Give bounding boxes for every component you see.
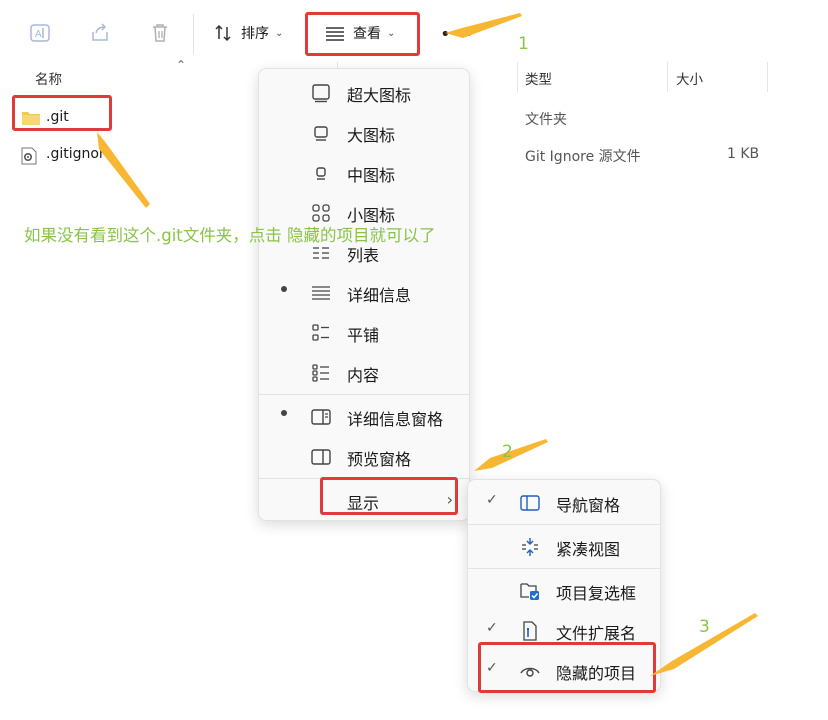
checkmark-icon: ✓ xyxy=(486,492,498,508)
delete-icon[interactable] xyxy=(147,20,173,46)
settings-file-icon xyxy=(21,147,37,169)
column-divider[interactable] xyxy=(767,62,768,92)
sort-icon xyxy=(215,24,231,42)
menu-item-item-checkboxes[interactable]: 项目复选框 xyxy=(468,571,660,611)
rename-icon[interactable]: A xyxy=(27,20,53,46)
compact-view-icon xyxy=(520,537,540,557)
column-name[interactable]: 名称 xyxy=(35,68,62,88)
sort-label: 排序 xyxy=(241,26,269,42)
column-divider[interactable] xyxy=(517,62,518,92)
selected-bullet-icon xyxy=(281,286,287,292)
sort-ascending-icon: ⌃ xyxy=(176,58,187,72)
file-name: .gitignore xyxy=(46,146,113,162)
menu-divider xyxy=(259,394,469,395)
highlight-view-button xyxy=(305,12,420,56)
step-number-2: 2 xyxy=(502,442,513,462)
column-divider[interactable] xyxy=(667,62,668,92)
menu-item-label: 文件扩展名 xyxy=(556,624,637,643)
menu-item-tiles[interactable]: 平铺 xyxy=(259,313,469,353)
menu-item-label: 预览窗格 xyxy=(347,450,412,469)
share-icon[interactable] xyxy=(87,20,113,46)
file-type: Git Ignore 源文件 xyxy=(525,149,641,165)
menu-item-content[interactable]: 内容 xyxy=(259,353,469,393)
file-size: 1 KB xyxy=(727,146,760,162)
menu-item-details[interactable]: 详细信息 xyxy=(259,273,469,313)
menu-item-label: 详细信息窗格 xyxy=(347,410,444,429)
selected-bullet-icon xyxy=(281,410,287,416)
details-icon xyxy=(311,283,331,303)
menu-divider xyxy=(468,568,660,569)
small-icons-icon xyxy=(311,203,331,223)
content-icon xyxy=(311,363,331,383)
annotation-note: 如果没有看到这个.git文件夹，点击 隐藏的项目就可以了 xyxy=(24,226,436,245)
tiles-icon xyxy=(311,323,331,343)
list-icon xyxy=(311,243,331,263)
preview-pane-icon xyxy=(311,447,331,467)
sort-button[interactable]: 排序 ⌄ xyxy=(213,20,283,46)
menu-item-large-icons[interactable]: 大图标 xyxy=(259,113,469,153)
file-type: 文件夹 xyxy=(525,112,567,128)
column-size[interactable]: 大小 xyxy=(676,68,703,88)
more-options-button[interactable]: ••• xyxy=(440,24,475,45)
menu-item-label: 导航窗格 xyxy=(556,496,621,515)
highlight-git-folder xyxy=(12,95,112,131)
checkmark-icon: ✓ xyxy=(486,620,498,636)
menu-item-label: 紧凑视图 xyxy=(556,540,621,559)
menu-item-preview-pane[interactable]: 预览窗格 xyxy=(259,437,469,477)
step-number-1: 1 xyxy=(518,34,529,54)
item-checkboxes-icon xyxy=(520,581,540,601)
menu-item-label: 项目复选框 xyxy=(556,584,637,603)
svg-text:A: A xyxy=(35,29,42,40)
menu-item-label: 中图标 xyxy=(347,166,396,185)
toolbar-divider xyxy=(193,14,194,54)
menu-item-label: 详细信息 xyxy=(347,286,412,305)
menu-divider xyxy=(468,524,660,525)
file-extensions-icon xyxy=(520,621,540,641)
medium-icons-icon xyxy=(311,163,331,183)
menu-item-label: 内容 xyxy=(347,366,380,385)
step-number-3: 3 xyxy=(699,617,710,637)
highlight-hidden-items xyxy=(478,642,656,693)
menu-item-navigation-pane[interactable]: ✓ 导航窗格 xyxy=(468,483,660,523)
menu-item-label: 超大图标 xyxy=(347,86,412,105)
menu-item-extra-large-icons[interactable]: 超大图标 xyxy=(259,73,469,113)
chevron-down-icon: ⌄ xyxy=(275,27,284,39)
menu-item-details-pane[interactable]: 详细信息窗格 xyxy=(259,397,469,437)
menu-item-medium-icons[interactable]: 中图标 xyxy=(259,153,469,193)
navigation-pane-icon xyxy=(520,493,540,513)
highlight-show-item xyxy=(320,477,458,515)
details-pane-icon xyxy=(311,407,331,427)
large-icons-icon xyxy=(311,123,331,143)
column-type[interactable]: 类型 xyxy=(525,68,552,88)
menu-item-label: 大图标 xyxy=(347,126,396,145)
menu-item-label: 平铺 xyxy=(347,326,380,345)
view-menu: 超大图标 大图标 中图标 小图标 列表 详细信息 平铺 内容 详细信息窗格 预览… xyxy=(258,68,470,521)
extra-large-icons-icon xyxy=(311,83,331,103)
menu-item-compact-view[interactable]: 紧凑视图 xyxy=(468,527,660,567)
